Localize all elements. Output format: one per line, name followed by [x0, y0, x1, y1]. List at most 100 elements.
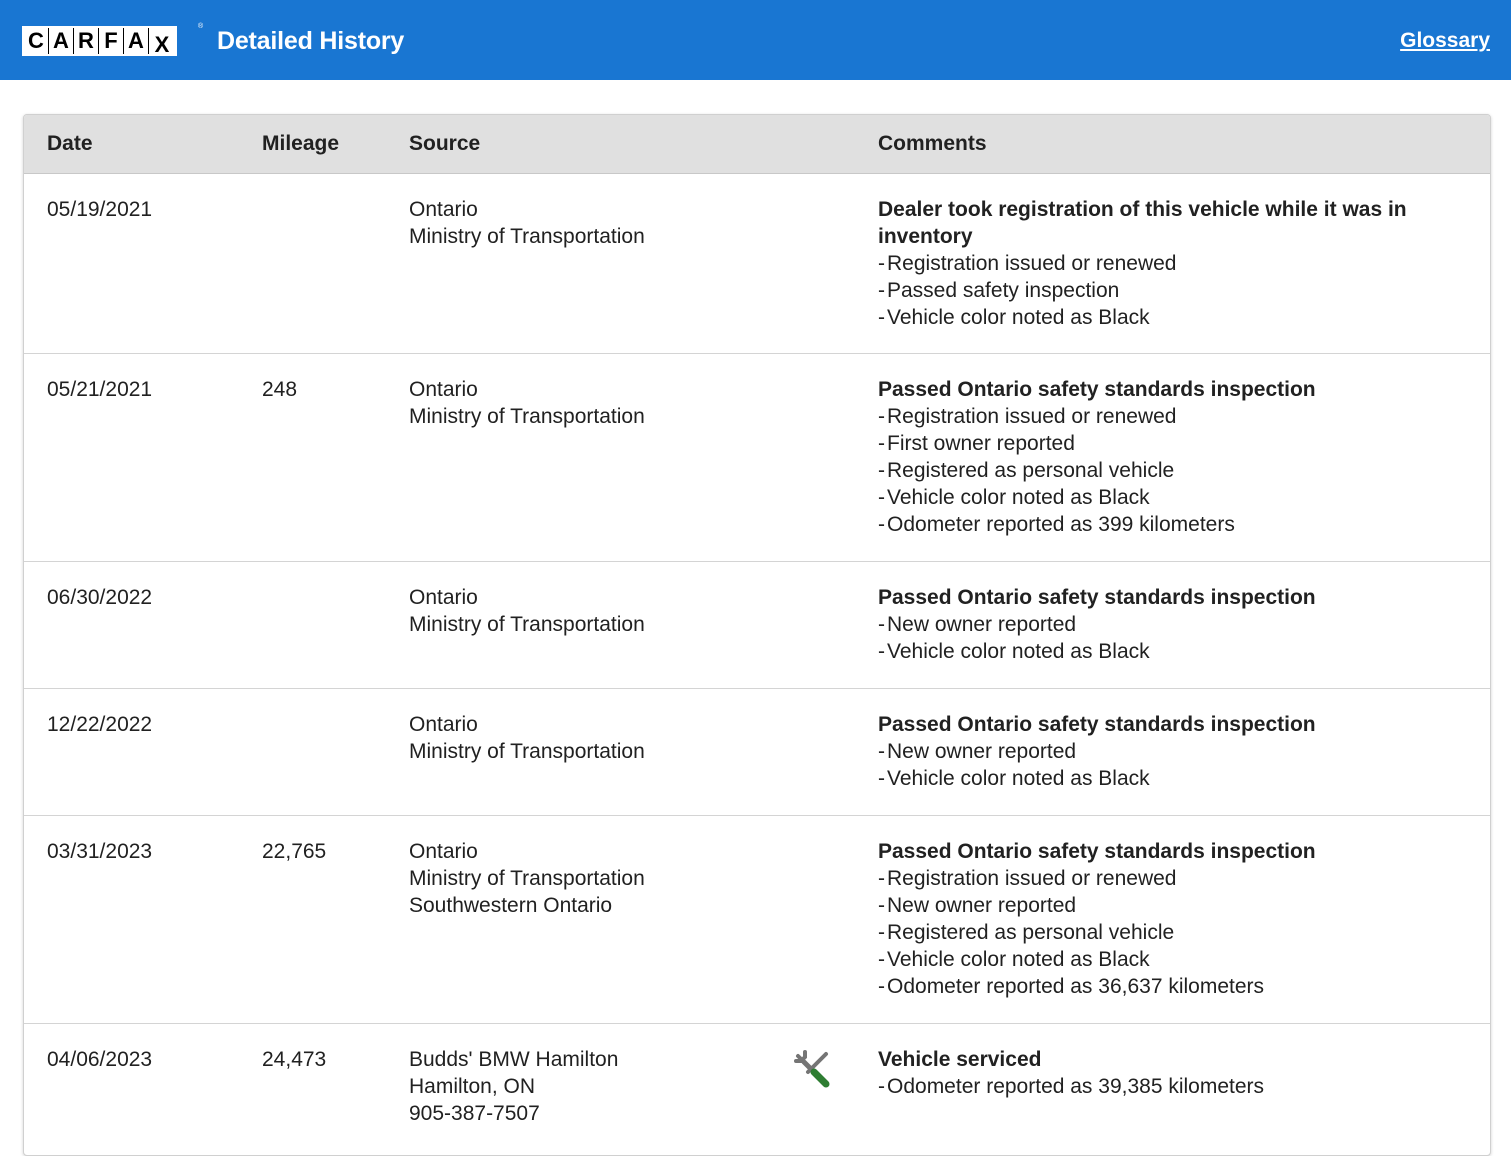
column-header-date: Date — [47, 132, 93, 155]
comment-item-text: Registration issued or renewed — [887, 252, 1177, 275]
page-title: Detailed History — [217, 27, 405, 55]
comment-item: -Vehicle color noted as Black — [878, 304, 1468, 331]
cell-source: Ontario Ministry of Transportation — [409, 584, 645, 638]
logo-letter: C — [24, 28, 48, 54]
comment-item: -First owner reported — [878, 430, 1468, 457]
comment-item-text: Vehicle color noted as Black — [887, 486, 1150, 509]
registered-mark: ® — [198, 23, 204, 30]
table-row: 05/21/2021 248 Ontario Ministry of Transpor… — [24, 354, 1490, 562]
bullet-dash: - — [878, 613, 885, 636]
source-line: Ontario — [409, 713, 478, 736]
bullet-dash: - — [878, 1075, 885, 1098]
comment-item: -Vehicle color noted as Black — [878, 484, 1468, 511]
comment-item-text: Registered as personal vehicle — [887, 921, 1175, 944]
comment-item: -New owner reported — [878, 892, 1468, 919]
table-body: 05/19/2021 Ontario Ministry of Transportat… — [24, 174, 1490, 1155]
cell-comments: Passed Ontario safety standards inspecti… — [878, 711, 1468, 792]
cell-comments: Vehicle serviced -Odometer reported as 39… — [878, 1046, 1468, 1100]
logo-letter: A — [124, 28, 148, 54]
cell-comments: Dealer took registration of this vehicle… — [878, 196, 1468, 331]
bullet-dash: - — [878, 405, 885, 428]
comment-item-text: Vehicle color noted as Black — [887, 640, 1150, 663]
bullet-dash: - — [878, 279, 885, 302]
table-row: 05/19/2021 Ontario Ministry of Transportat… — [24, 174, 1490, 354]
logo-letter: X — [154, 32, 170, 57]
comment-item-text: Vehicle color noted as Black — [887, 948, 1150, 971]
table-row: 03/31/2023 22,765 Ontario Ministry of Trans… — [24, 816, 1490, 1024]
cell-date: 06/30/2022 — [47, 586, 153, 609]
comment-item-text: First owner reported — [887, 432, 1075, 455]
table-row: 12/22/2022 Ontario Ministry of Transportat… — [24, 689, 1490, 816]
source-line: Ontario — [409, 586, 478, 609]
carfax-logo: C A R F A X — [22, 26, 177, 56]
source-line: Budds' BMW Hamilton — [409, 1048, 619, 1071]
comment-title: Passed Ontario safety standards inspecti… — [878, 713, 1316, 736]
comment-item-text: Odometer reported as 399 kilometers — [887, 513, 1235, 536]
comment-item-text: New owner reported — [887, 613, 1077, 636]
cell-source: Ontario Ministry of Transportation — [409, 711, 645, 765]
table-row: 04/06/2023 24,473 Budds' BMW Hamilton Hamil… — [24, 1024, 1490, 1155]
bullet-dash: - — [878, 867, 885, 890]
comment-item: -Registration issued or renewed — [878, 403, 1468, 430]
comment-item-text: Vehicle color noted as Black — [887, 767, 1150, 790]
source-line: Ministry of Transportation — [409, 613, 645, 636]
comment-item: -Passed safety inspection — [878, 277, 1468, 304]
comment-item-text: Registration issued or renewed — [887, 405, 1177, 428]
logo-letter: R — [74, 28, 98, 54]
bullet-dash: - — [878, 767, 885, 790]
comment-item-text: Passed safety inspection — [887, 279, 1120, 302]
bullet-dash: - — [878, 252, 885, 275]
bullet-dash: - — [878, 921, 885, 944]
history-table: Date Mileage Source Comments 05/19/2021 O… — [23, 114, 1491, 1156]
table-row: 06/30/2022 Ontario Ministry of Transportat… — [24, 562, 1490, 689]
comment-item-text: Odometer reported as 36,637 kilometers — [887, 975, 1265, 998]
comment-item: -Vehicle color noted as Black — [878, 765, 1468, 792]
column-header-comments: Comments — [878, 132, 987, 155]
cell-mileage: 22,765 — [262, 840, 327, 863]
bullet-dash: - — [878, 486, 885, 509]
logo-letter: A — [49, 28, 73, 54]
source-line: 905-387-7507 — [409, 1102, 540, 1125]
source-line: Ontario — [409, 840, 478, 863]
comment-item: -Odometer reported as 36,637 kilometers — [878, 973, 1468, 1000]
service-tools-icon — [792, 1048, 834, 1090]
bullet-dash: - — [878, 640, 885, 663]
comment-title: Dealer took registration of this vehicle… — [878, 198, 1407, 248]
cell-source: Budds' BMW Hamilton Hamilton, ON 905-387-7… — [409, 1046, 618, 1127]
comment-item: -Registered as personal vehicle — [878, 919, 1468, 946]
comment-item: -Vehicle color noted as Black — [878, 638, 1468, 665]
comment-title: Vehicle serviced — [878, 1048, 1042, 1071]
column-header-source: Source — [409, 132, 481, 155]
top-header-bar: C A R F A X ® Detailed History Glossary — [0, 0, 1511, 80]
source-line: Ontario — [409, 198, 478, 221]
comment-item: -New owner reported — [878, 738, 1468, 765]
glossary-link[interactable]: Glossary — [1400, 28, 1490, 54]
cell-comments: Passed Ontario safety standards inspecti… — [878, 584, 1468, 665]
table-header-row: Date Mileage Source Comments — [24, 115, 1490, 174]
bullet-dash: - — [878, 306, 885, 329]
comment-item-text: New owner reported — [887, 894, 1077, 917]
cell-source: Ontario Ministry of Transportation — [409, 196, 645, 250]
cell-date: 05/21/2021 — [47, 378, 153, 401]
source-line: Ontario — [409, 378, 478, 401]
source-line: Ministry of Transportation — [409, 740, 645, 763]
bullet-dash: - — [878, 432, 885, 455]
cell-comments: Passed Ontario safety standards inspecti… — [878, 376, 1468, 538]
cell-mileage: 24,473 — [262, 1048, 327, 1071]
comment-item-text: Registered as personal vehicle — [887, 459, 1175, 482]
bullet-dash: - — [878, 948, 885, 971]
comment-title: Passed Ontario safety standards inspecti… — [878, 840, 1316, 863]
comment-item: -Odometer reported as 399 kilometers — [878, 511, 1468, 538]
cell-date: 04/06/2023 — [47, 1048, 153, 1071]
comment-item-text: Registration issued or renewed — [887, 867, 1177, 890]
cell-comments: Passed Ontario safety standards inspecti… — [878, 838, 1468, 1000]
cell-source: Ontario Ministry of Transportation Southwe… — [409, 838, 645, 919]
comment-item: -Vehicle color noted as Black — [878, 946, 1468, 973]
column-header-mileage: Mileage — [262, 132, 340, 155]
bullet-dash: - — [878, 513, 885, 536]
cell-date: 03/31/2023 — [47, 840, 153, 863]
cell-date: 12/22/2022 — [47, 713, 153, 736]
logo-letter: F — [99, 28, 123, 54]
cell-mileage: 248 — [262, 378, 298, 401]
comment-item: -Registration issued or renewed — [878, 250, 1468, 277]
